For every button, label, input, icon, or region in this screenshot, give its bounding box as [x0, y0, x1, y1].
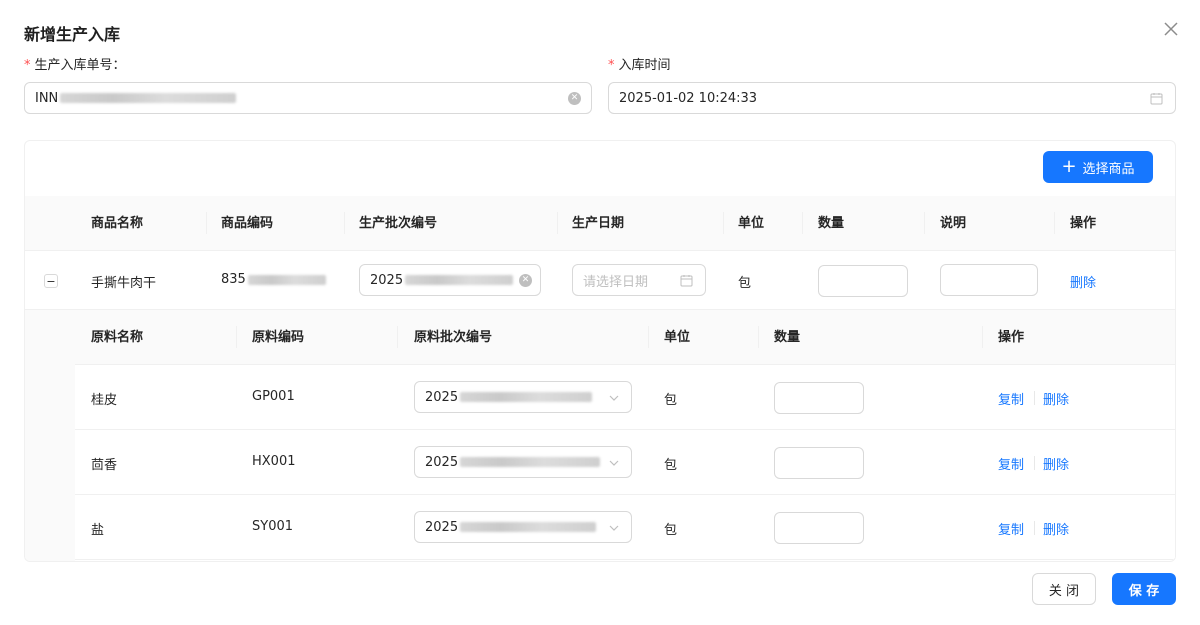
delete-link[interactable]: 删除: [1043, 519, 1069, 538]
chevron-down-icon: [609, 392, 619, 402]
th-batch-no: 生产批次编号: [359, 216, 438, 231]
table-row: − 手撕牛肉干 835 2025 ✕ 请选择日期 包 删除: [25, 251, 1175, 310]
goods-unit: 包: [738, 276, 752, 291]
save-button[interactable]: 保 存: [1112, 573, 1176, 605]
plus-icon: +: [1061, 156, 1077, 177]
goods-card: + 选择商品 商品名称 商品编码 生产批次编号 生产日期 单位 数量 说明 操作…: [24, 140, 1176, 562]
production-date-picker[interactable]: 请选择日期: [572, 264, 706, 296]
material-code: SY001: [252, 519, 294, 534]
th-production-date: 生产日期: [572, 216, 625, 231]
th-material-name: 原料名称: [91, 330, 144, 345]
material-quantity-input[interactable]: [774, 447, 864, 479]
clear-icon[interactable]: ✕: [568, 92, 581, 105]
th-quantity: 数量: [818, 216, 845, 231]
goods-code: 835: [221, 272, 326, 287]
material-name: 茴香: [91, 458, 118, 473]
th-material-code: 原料编码: [252, 330, 305, 345]
copy-link[interactable]: 复制: [998, 454, 1024, 473]
table-row: 桂皮 GP001 2025 包 复制 删除: [75, 365, 1175, 430]
th-material-actions: 操作: [998, 330, 1025, 345]
order-no-label: * 生产入库单号：: [24, 58, 126, 73]
close-button[interactable]: 关 闭: [1032, 573, 1096, 605]
material-quantity-input[interactable]: [774, 382, 864, 414]
select-goods-button[interactable]: + 选择商品: [1043, 151, 1153, 183]
calendar-icon: [1150, 92, 1163, 105]
delete-link[interactable]: 删除: [1043, 454, 1069, 473]
delete-link[interactable]: 删除: [1043, 389, 1069, 408]
th-description: 说明: [940, 216, 967, 231]
delete-goods-link[interactable]: 删除: [1070, 272, 1096, 291]
material-unit: 包: [664, 393, 678, 408]
table-row: 盐 SY001 2025 包 复制 删除: [75, 495, 1175, 560]
material-batch-select[interactable]: 2025: [414, 511, 632, 543]
description-input[interactable]: [940, 264, 1038, 296]
clear-icon[interactable]: ✕: [519, 274, 532, 287]
th-material-quantity: 数量: [774, 330, 801, 345]
th-actions: 操作: [1070, 216, 1097, 231]
chevron-down-icon: [609, 522, 619, 532]
batch-input[interactable]: 2025 ✕: [359, 264, 541, 296]
th-goods-code: 商品编码: [221, 216, 274, 231]
th-material-unit: 单位: [664, 330, 691, 345]
goods-table-header: 商品名称 商品编码 生产批次编号 生产日期 单位 数量 说明 操作: [25, 196, 1175, 251]
materials-section: 原料名称 原料编码 原料批次编号 单位 数量 操作 桂皮 GP001 2025 …: [25, 310, 1175, 561]
modal-title: 新增生产入库: [24, 25, 121, 44]
chevron-down-icon: [609, 457, 619, 467]
materials-table: 原料名称 原料编码 原料批次编号 单位 数量 操作 桂皮 GP001 2025 …: [75, 310, 1175, 561]
th-material-batch: 原料批次编号: [414, 330, 493, 345]
collapse-icon[interactable]: −: [44, 274, 58, 288]
material-unit: 包: [664, 458, 678, 473]
modal-dialog: 新增生产入库 * 生产入库单号： INN ✕ * 入库时间 2025-01-02 1…: [0, 0, 1200, 625]
material-batch-select[interactable]: 2025: [414, 381, 632, 413]
material-unit: 包: [664, 523, 678, 538]
order-no-input[interactable]: INN ✕: [24, 82, 592, 114]
time-label: * 入库时间: [608, 58, 671, 73]
close-icon[interactable]: [1162, 20, 1180, 38]
th-goods-name: 商品名称: [91, 216, 144, 231]
material-code: GP001: [252, 389, 295, 404]
time-input[interactable]: 2025-01-02 10:24:33: [608, 82, 1176, 114]
quantity-input[interactable]: [818, 265, 908, 297]
material-name: 盐: [91, 523, 105, 538]
materials-table-header: 原料名称 原料编码 原料批次编号 单位 数量 操作: [75, 310, 1175, 365]
material-name: 桂皮: [91, 393, 118, 408]
calendar-icon: [680, 274, 693, 287]
th-unit: 单位: [738, 216, 765, 231]
goods-name: 手撕牛肉干: [91, 276, 157, 291]
material-batch-select[interactable]: 2025: [414, 446, 632, 478]
table-row: 茴香 HX001 2025 包 复制 删除: [75, 430, 1175, 495]
copy-link[interactable]: 复制: [998, 389, 1024, 408]
copy-link[interactable]: 复制: [998, 519, 1024, 538]
material-quantity-input[interactable]: [774, 512, 864, 544]
material-code: HX001: [252, 454, 296, 469]
